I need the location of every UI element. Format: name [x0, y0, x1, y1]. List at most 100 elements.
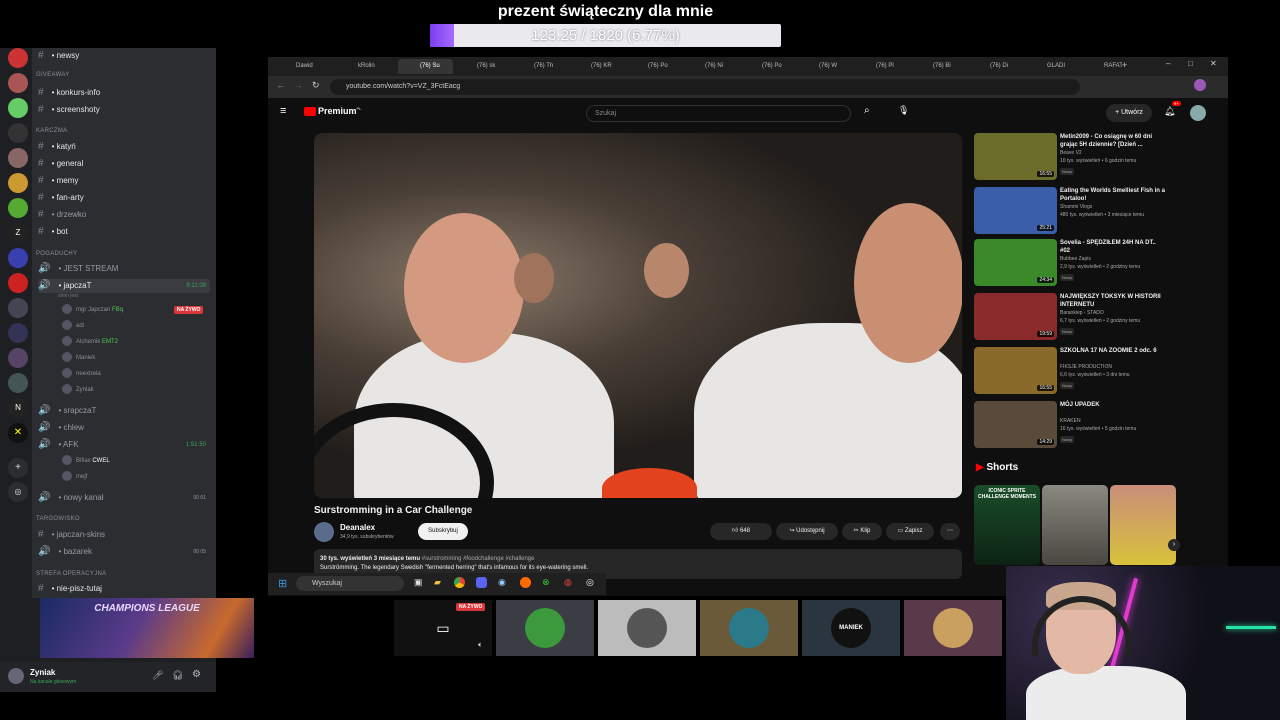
rec-title[interactable]: MÓJ UPADEK	[1060, 401, 1166, 409]
speaker-mute-icon[interactable]: 🔈︎	[478, 640, 483, 650]
channel-katyn[interactable]: # • katyń	[38, 140, 76, 154]
short-item[interactable]	[1110, 485, 1176, 565]
minimize-icon[interactable]: –	[1166, 59, 1170, 68]
back-icon[interactable]: ←	[276, 80, 285, 90]
rec-title[interactable]: SZKOLNA 17 NA ZOOMIE 2 odc. 6	[1060, 347, 1166, 355]
participant-tile[interactable]: MANIEK	[802, 600, 900, 656]
server-icon[interactable]	[8, 198, 28, 218]
participant-tile[interactable]	[496, 600, 594, 656]
browser-tab[interactable]: RAFAT	[1082, 59, 1122, 74]
voice-chlew[interactable]: 🔊 • chlew	[38, 421, 84, 435]
voice-japczat[interactable]: 🔊 • japczaT 9:11:09	[38, 279, 210, 293]
microphone-icon[interactable]: 🎙︎	[898, 105, 909, 116]
participant-tile[interactable]	[598, 600, 696, 656]
recommendation-item[interactable]: 24:34 Sovelia - SPĘDZIŁEM 24H NA DT.. #0…	[974, 239, 1174, 289]
voice-afk[interactable]: 🔊 • AFK 1:51:50	[38, 438, 210, 452]
more-button[interactable]: ⋯	[940, 523, 960, 540]
category-giveaway[interactable]: GIVEAWAY	[36, 72, 70, 78]
recommendation-item[interactable]: 16:55 Metin2009 - Co osiągnę w 60 dni gr…	[974, 133, 1174, 183]
browser-tab[interactable]: (76) Ni	[683, 59, 738, 74]
participant-tile[interactable]	[904, 600, 1002, 656]
channel-konkurs-info[interactable]: # • konkurs-info	[38, 86, 100, 100]
channel-japczan-skins[interactable]: # • japczan-skins	[38, 528, 105, 542]
voice-srapczat[interactable]: 🔊 • srapczaT	[38, 404, 96, 418]
reload-icon[interactable]: ↻	[312, 80, 320, 91]
server-icon[interactable]	[8, 248, 28, 268]
clip-button[interactable]: ✂ Klip	[842, 523, 882, 540]
voice-user[interactable]: adi	[62, 320, 84, 332]
voice-jest-stream[interactable]: 🔊 • JEST STREAM	[38, 262, 118, 276]
voice-user[interactable]: Zynlak	[62, 384, 94, 396]
browser-tab[interactable]: (76) sk	[455, 59, 510, 74]
server-icon[interactable]: Z	[8, 223, 28, 243]
channel-memy[interactable]: # • memy	[38, 174, 78, 188]
profile-icon[interactable]	[1194, 79, 1206, 91]
browser-tab[interactable]: (76) Po	[626, 59, 681, 74]
obs-icon[interactable]: ◎	[586, 577, 594, 588]
discord-icon[interactable]	[476, 577, 487, 588]
server-icon[interactable]	[8, 73, 28, 93]
browser-tab[interactable]: GLADI	[1025, 59, 1080, 74]
gear-icon[interactable]: ⚙	[192, 669, 201, 680]
server-icon[interactable]	[8, 48, 28, 68]
video-thumbnail[interactable]: 16:55	[974, 133, 1057, 180]
voice-bazarek[interactable]: 🔊 • bazarek 00 05	[38, 545, 210, 559]
server-icon[interactable]	[8, 348, 28, 368]
recommendation-item[interactable]: 14:29 MÓJ UPADEK KRAKEN 16 tys. wyświetl…	[974, 401, 1174, 451]
menu-icon[interactable]: ≡	[280, 105, 286, 117]
search-icon[interactable]: ⌕	[864, 105, 870, 116]
browser-tab[interactable]: kRolin	[336, 59, 396, 74]
server-icon[interactable]	[8, 323, 28, 343]
video-thumbnail[interactable]: 14:29	[974, 401, 1057, 448]
voice-user[interactable]: Maniek	[62, 352, 95, 364]
server-icon[interactable]	[8, 373, 28, 393]
folder-icon[interactable]: ▰	[434, 577, 441, 588]
browser-tab[interactable]: (76) Pl	[854, 59, 909, 74]
server-icon[interactable]	[8, 123, 28, 143]
voice-user[interactable]: mejf	[62, 471, 87, 483]
short-item[interactable]: ICONIC SPRITE CHALLENGE MOMENTS	[974, 485, 1040, 565]
category-targowisko[interactable]: TARGOWISKO	[36, 516, 80, 522]
maximize-icon[interactable]: □	[1188, 59, 1193, 68]
browser-tab[interactable]: (76) W	[797, 59, 852, 74]
bell-icon[interactable]: 🔔︎	[1164, 106, 1175, 117]
server-icon[interactable]	[8, 148, 28, 168]
video-thumbnail[interactable]: 24:34	[974, 239, 1057, 286]
channel-fan-arty[interactable]: # • fan-arty	[38, 191, 84, 205]
avatar[interactable]	[1190, 105, 1206, 121]
voice-nowy-kanal[interactable]: 🔊 • nowy kanał 00 01	[38, 491, 210, 505]
share-button[interactable]: ↪ Udostępnij	[776, 523, 838, 540]
browser-tab[interactable]: (76) Di	[968, 59, 1023, 74]
participant-tile[interactable]	[700, 600, 798, 656]
video-player[interactable]	[314, 133, 962, 498]
browser-tab[interactable]: (76) KR	[569, 59, 624, 74]
channel-screenshoty[interactable]: # • screenshoty	[38, 103, 100, 117]
browser-tab[interactable]: (76) Bi	[911, 59, 966, 74]
add-server-icon[interactable]: +	[8, 458, 28, 478]
channel-name[interactable]: Deanalex	[340, 523, 375, 532]
channel-general[interactable]: # • general	[38, 157, 83, 171]
search-input[interactable]: Szukaj	[586, 105, 851, 122]
channel-avatar[interactable]	[314, 522, 334, 542]
recommendation-item[interactable]: 19:59 NAJWIĘKSZY TOKSYK W HISTORII INTER…	[974, 293, 1174, 343]
server-icon[interactable]	[8, 298, 28, 318]
rec-title[interactable]: Sovelia - SPĘDZIŁEM 24H NA DT.. #02	[1060, 239, 1166, 255]
rec-title[interactable]: NAJWIĘKSZY TOKSYK W HISTORII INTERNETU	[1060, 293, 1166, 309]
app-icon[interactable]: ◍	[564, 577, 572, 588]
video-thumbnail[interactable]: 16:55	[974, 347, 1057, 394]
server-icon[interactable]: N	[8, 398, 28, 418]
server-icon[interactable]	[8, 173, 28, 193]
rec-title[interactable]: Eating the Worlds Smelliest Fish in a Po…	[1060, 187, 1166, 203]
chevron-right-icon[interactable]: ›	[1168, 539, 1180, 551]
server-icon[interactable]	[8, 273, 28, 293]
new-tab-icon[interactable]: +	[1122, 60, 1127, 70]
recommendation-item[interactable]: 16:55 SZKOLNA 17 NA ZOOMIE 2 odc. 6 FIKS…	[974, 347, 1174, 397]
avatar[interactable]	[8, 668, 24, 684]
category-karczma[interactable]: KARCZMA	[36, 128, 67, 134]
task-view-icon[interactable]: ▣	[414, 577, 423, 588]
short-item[interactable]	[1042, 485, 1108, 565]
voice-user[interactable]: Alchemik EMT2	[62, 336, 118, 348]
youtube-logo[interactable]: PremiumPL	[304, 106, 362, 117]
voice-user[interactable]: mgr Japczan FBq	[62, 304, 123, 316]
xbox-icon[interactable]: ⊗	[542, 577, 550, 588]
